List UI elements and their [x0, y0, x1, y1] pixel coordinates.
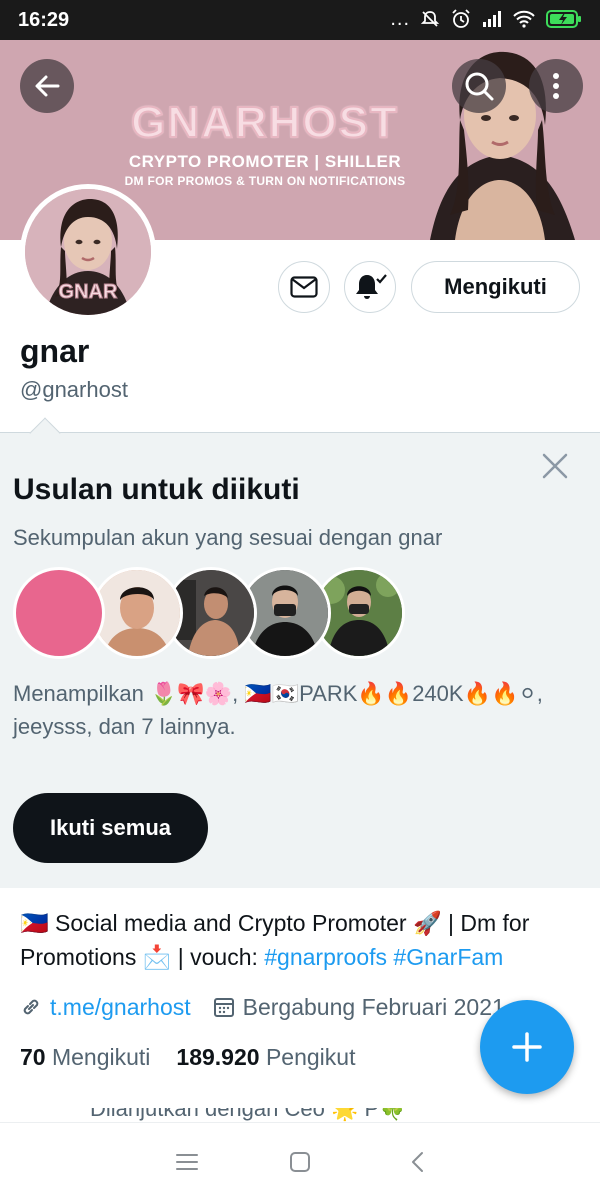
search-button[interactable]	[452, 59, 506, 113]
more-vertical-icon	[553, 73, 559, 99]
suggestions-subtitle: Sekumpulan akun yang sesuai dengan gnar	[13, 525, 443, 550]
close-icon[interactable]	[540, 451, 570, 481]
more-notifications-icon: ...	[390, 8, 410, 30]
avatar-logo-text: GNAR	[58, 281, 118, 304]
suggested-accounts-avatars[interactable]	[13, 567, 405, 659]
status-icons: ...	[390, 8, 582, 30]
truncated-content-line: Dilanjutkan dengan Ceo 🌟 P🍀	[20, 1108, 580, 1122]
avatar[interactable]: GNAR	[20, 184, 156, 320]
signal-icon	[483, 11, 501, 27]
message-button[interactable]	[278, 261, 330, 313]
profile-link[interactable]: t.me/gnarhost	[50, 994, 191, 1021]
joined-date: Bergabung Februari 2021	[242, 993, 505, 1020]
user-handle: @gnarhost	[20, 377, 128, 402]
following-label: Mengikuti	[51, 1044, 151, 1070]
home-button[interactable]	[285, 1147, 315, 1177]
compose-tweet-button[interactable]	[480, 1000, 574, 1094]
link-icon	[23, 999, 39, 1015]
display-name: gnar	[20, 333, 90, 369]
following-button[interactable]: Mengikuti	[411, 261, 580, 313]
truncated-text: Dilanjutkan dengan Ceo 🌟 P🍀	[90, 1108, 407, 1121]
followers-count: 189.920	[176, 1044, 260, 1070]
recent-apps-button[interactable]	[172, 1147, 202, 1177]
profile-bio: 🇵🇭 Social media and Crypto Promoter 🚀 | …	[20, 906, 585, 974]
more-options-button[interactable]	[529, 59, 583, 113]
follow-suggestions-panel: Usulan untuk diikuti Sekumpulan akun yan…	[0, 417, 600, 888]
suggestions-showing-text: Menampilkan 🌷🎀🌸, 🇵🇭🇰🇷PARK🔥🔥240K🔥🔥⚪, jeey…	[13, 681, 543, 739]
banner-tagline: DM FOR PROMOS & TURN ON NOTIFICATIONS	[124, 174, 406, 188]
followers-stat[interactable]: 189.920 Pengikut	[176, 1044, 355, 1071]
back-button[interactable]	[20, 59, 74, 113]
banner-subtitle: CRYPTO PROMOTER | SHILLER	[128, 152, 402, 171]
back-arrow-icon	[35, 75, 60, 97]
system-back-button[interactable]	[402, 1147, 432, 1177]
plus-icon	[512, 1032, 542, 1062]
status-time: 16:29	[18, 9, 70, 31]
mail-icon	[290, 276, 318, 298]
following-stat[interactable]: 70 Mengikuti	[20, 1044, 150, 1071]
follow-all-button[interactable]: Ikuti semua	[13, 793, 208, 863]
follow-stats: 70 Mengikuti 189.920 Pengikut	[20, 1044, 355, 1071]
search-icon	[465, 72, 494, 101]
following-count: 70	[20, 1044, 46, 1070]
back-chevron-icon	[412, 1152, 423, 1172]
wifi-icon	[513, 10, 535, 28]
system-navigation-bar	[0, 1122, 600, 1200]
hashtag-gnarproofs[interactable]: #gnarproofs	[264, 944, 387, 970]
menu-icon	[176, 1154, 198, 1170]
battery-icon	[546, 10, 581, 28]
bell-off-icon	[420, 11, 440, 27]
followers-label: Pengikut	[265, 1044, 356, 1070]
home-square-icon	[290, 1152, 310, 1172]
hashtag-gnarfam[interactable]: #GnarFam	[393, 944, 503, 970]
banner-title: GNARHOST	[130, 97, 399, 148]
suggested-avatar-1[interactable]	[13, 567, 105, 659]
calendar-icon	[213, 998, 234, 1017]
panel-caret	[29, 417, 61, 449]
avatar-image: GNAR	[25, 189, 151, 315]
alarm-icon	[452, 9, 470, 28]
bell-check-icon	[356, 274, 387, 299]
status-bar: 16:29 ...	[0, 0, 600, 40]
notifications-button[interactable]	[344, 261, 396, 313]
suggestions-title: Usulan untuk diikuti	[13, 473, 300, 506]
